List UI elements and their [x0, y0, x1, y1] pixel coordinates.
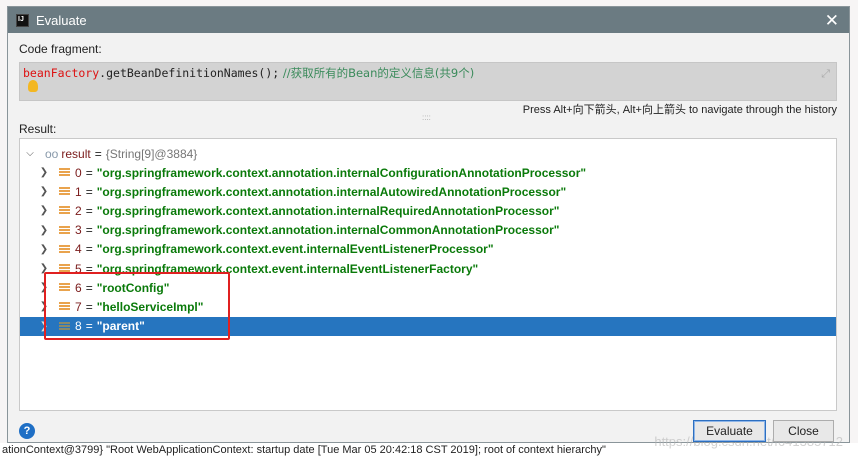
tree-root-row[interactable]: ⌵ oo result = {String[9]@3884} [20, 144, 836, 163]
item-index: 1 [75, 184, 82, 199]
item-value: "org.springframework.context.annotation.… [96, 165, 587, 180]
item-index: 0 [75, 165, 82, 180]
array-element-icon [59, 283, 70, 293]
close-icon[interactable]: ✕ [825, 11, 839, 31]
title-bar: IJ Evaluate ✕ [8, 7, 849, 33]
splitter-handle[interactable]: :::: [422, 113, 431, 122]
code-comment: //获取所有的Bean的定义信息(共9个) [279, 66, 475, 80]
close-button[interactable]: Close [773, 420, 834, 442]
item-value: "org.springframework.context.event.inter… [96, 261, 479, 276]
equals-sign: = [85, 223, 93, 238]
code-fragment-input[interactable]: beanFactory.getBeanDefinitionNames(); //… [19, 62, 837, 101]
dialog-title: Evaluate [36, 12, 87, 28]
item-value: "org.springframework.context.event.inter… [96, 242, 494, 257]
evaluate-button[interactable]: Evaluate [693, 420, 766, 442]
item-index: 7 [75, 299, 82, 314]
result-tree[interactable]: ⌵ oo result = {String[9]@3884} ❯ 0 = "org.s… [19, 138, 837, 411]
equals-sign: = [85, 319, 93, 334]
intellij-icon: IJ [16, 13, 29, 27]
equals-sign: = [85, 261, 93, 276]
item-index: 8 [75, 319, 82, 334]
equals-sign: = [85, 299, 93, 314]
chevron-right-icon[interactable]: ❯ [38, 321, 50, 332]
history-hint: Press Alt+向下箭头, Alt+向上箭头 to navigate thr… [522, 104, 837, 116]
chevron-right-icon[interactable]: ❯ [38, 225, 50, 236]
item-index: 4 [75, 242, 82, 257]
chevron-right-icon[interactable]: ❯ [38, 263, 50, 274]
equals-sign: = [85, 165, 93, 180]
watch-glasses-icon: oo [45, 146, 59, 161]
item-index: 6 [75, 280, 82, 295]
chevron-down-icon[interactable]: ⌵ [24, 148, 36, 159]
help-icon[interactable]: ? [19, 423, 35, 439]
chevron-right-icon[interactable]: ❯ [38, 282, 50, 293]
equals-sign: = [85, 280, 93, 295]
result-item-row[interactable]: ❯ 1 = "org.springframework.context.annotati… [20, 182, 836, 201]
array-element-icon [59, 264, 70, 273]
array-element-icon [59, 302, 70, 312]
item-value: "org.springframework.context.annotation.… [96, 203, 560, 218]
item-value: "rootConfig" [96, 280, 170, 295]
result-item-row[interactable]: ❯ 8 = "parent" [20, 316, 836, 336]
result-item-row[interactable]: ❯ 3 = "org.springframework.context.annotati… [20, 221, 836, 240]
item-value: "parent" [96, 319, 145, 334]
result-item-row[interactable]: ❯ 6 = "rootConfig" [20, 278, 836, 297]
code-call: .getBeanDefinitionNames(); [99, 66, 280, 80]
result-item-row[interactable]: ❯ 0 = "org.springframework.context.annotati… [20, 163, 836, 182]
lightbulb-icon[interactable] [28, 80, 38, 92]
array-element-icon [59, 187, 70, 197]
array-element-icon [59, 321, 70, 331]
root-value: {String[9]@3884} [105, 146, 198, 161]
evaluate-dialog: IJ Evaluate ✕ Code fragment: beanFactory… [7, 6, 850, 449]
result-item-row[interactable]: ❯ 7 = "helloServiceImpl" [20, 297, 836, 316]
array-element-icon [59, 206, 70, 216]
array-element-icon [59, 168, 70, 177]
item-index: 3 [75, 223, 82, 238]
code-fragment-label: Code fragment: [19, 42, 102, 56]
result-item-row[interactable]: ❯ 4 = "org.springframework.context.event.in… [20, 240, 836, 259]
array-element-icon [59, 244, 70, 254]
expand-icon[interactable]: ⤢ [821, 67, 830, 81]
code-receiver: beanFactory [23, 66, 100, 80]
chevron-right-icon[interactable]: ❯ [38, 167, 50, 178]
item-index: 5 [75, 261, 82, 276]
result-label: Result: [19, 122, 57, 136]
item-value: "org.springframework.context.annotation.… [96, 184, 567, 199]
root-name: result [61, 146, 91, 161]
chevron-right-icon[interactable]: ❯ [38, 301, 50, 312]
chevron-right-icon[interactable]: ❯ [38, 205, 50, 216]
equals-sign: = [85, 203, 93, 218]
equals-sign: = [85, 242, 93, 257]
item-index: 2 [75, 203, 82, 218]
chevron-right-icon[interactable]: ❯ [38, 186, 50, 197]
chevron-right-icon[interactable]: ❯ [38, 244, 50, 255]
result-item-row[interactable]: ❯ 5 = "org.springframework.context.event.in… [20, 259, 836, 278]
equals-sign: = [85, 184, 93, 199]
item-value: "helloServiceImpl" [96, 299, 204, 314]
result-item-row[interactable]: ❯ 2 = "org.springframework.context.annotati… [20, 201, 836, 220]
item-value: "org.springframework.context.annotation.… [96, 223, 560, 238]
array-element-icon [59, 225, 70, 235]
